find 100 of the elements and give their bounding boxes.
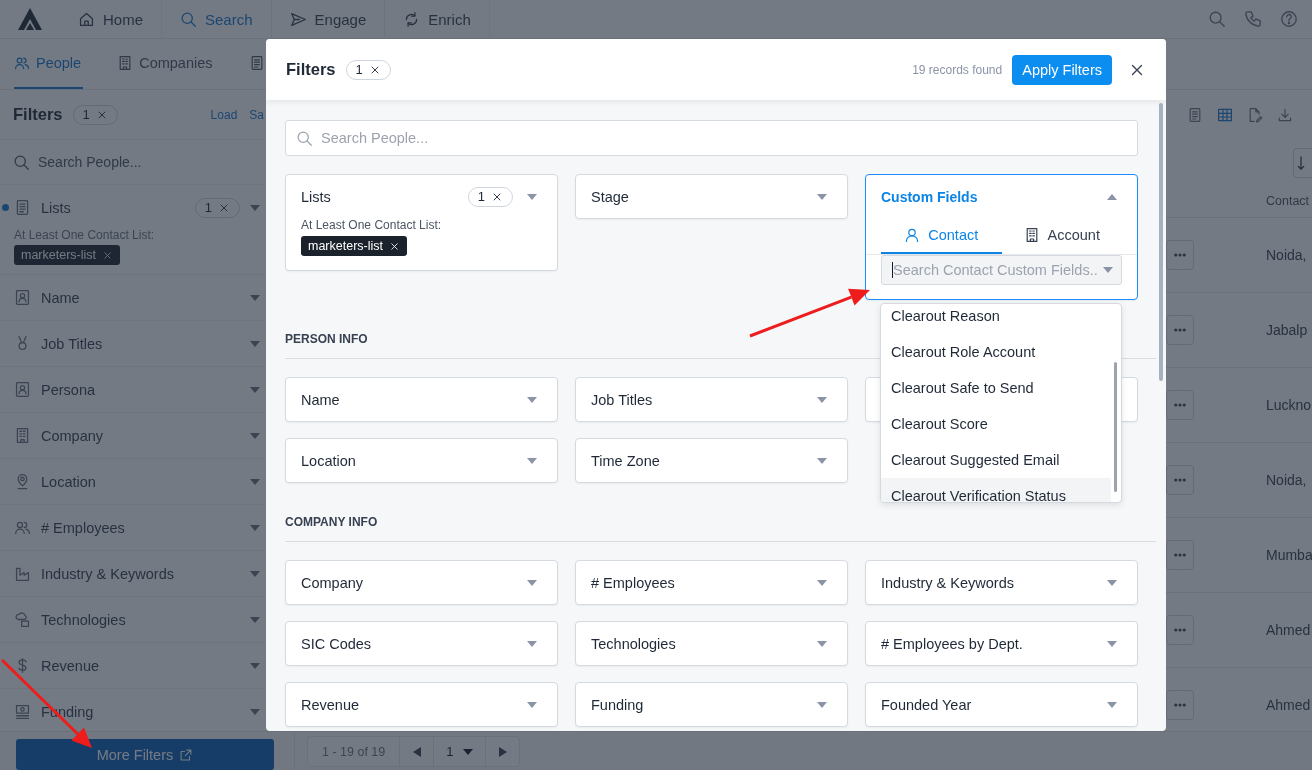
- list-icon[interactable]: [1187, 107, 1203, 123]
- action-link[interactable]: Sa: [249, 107, 264, 122]
- dropdown-option[interactable]: Clearout Safe to Send: [881, 370, 1111, 406]
- sidebar-item[interactable]: Persona: [41, 381, 95, 398]
- caret-icon[interactable]: [1107, 193, 1117, 200]
- section-heading: PERSON INFO: [285, 331, 368, 348]
- caret-icon[interactable]: [817, 396, 827, 403]
- filter-label[interactable]: # Employees by Dept.: [881, 635, 1023, 652]
- caret-icon[interactable]: [527, 640, 537, 647]
- caret-icon[interactable]: [463, 748, 474, 755]
- caret-icon[interactable]: [250, 294, 260, 301]
- dropdown-option[interactable]: Clearout Suggested Email: [881, 442, 1111, 478]
- filter-label[interactable]: Custom Fields: [881, 188, 978, 205]
- sidebar-item[interactable]: # Employees: [41, 519, 125, 536]
- caret-icon[interactable]: [250, 386, 260, 393]
- caret-icon[interactable]: [817, 579, 827, 586]
- sort-button[interactable]: [1293, 147, 1312, 178]
- condition-text: At Least One Contact List:: [300, 218, 443, 232]
- caret-icon[interactable]: [1107, 701, 1117, 708]
- search-field[interactable]: Search People...: [285, 120, 1138, 156]
- sidebar-item[interactable]: Company: [41, 427, 104, 444]
- more-button[interactable]: [1166, 465, 1194, 495]
- caret-icon[interactable]: [527, 396, 537, 403]
- filter-label[interactable]: Stage: [591, 188, 629, 205]
- more-button[interactable]: [1166, 315, 1194, 345]
- apply-filters-button[interactable]: Apply Filters: [1012, 54, 1112, 85]
- caret-icon[interactable]: [1103, 267, 1113, 273]
- filter-label[interactable]: Revenue: [301, 696, 360, 713]
- page-tab[interactable]: Companies: [117, 39, 215, 89]
- person-icon: [904, 227, 921, 243]
- sidebar-item[interactable]: Name: [41, 289, 80, 306]
- caret-icon[interactable]: [527, 457, 537, 464]
- caret-icon[interactable]: [250, 662, 260, 669]
- table-icon[interactable]: [1217, 107, 1233, 123]
- caret-icon[interactable]: [1107, 579, 1117, 586]
- sidebar-item[interactable]: Location: [41, 473, 96, 490]
- caret-icon[interactable]: [1107, 640, 1117, 647]
- caret-icon[interactable]: [250, 570, 260, 577]
- nav-tab[interactable]: Search: [162, 0, 272, 39]
- page-select[interactable]: 1: [433, 737, 486, 766]
- caret-icon[interactable]: [250, 432, 260, 439]
- dropdown-option[interactable]: Clearout Role Account: [881, 334, 1111, 370]
- sidebar-item[interactable]: Lists: [41, 199, 71, 216]
- filter-label[interactable]: Lists: [301, 188, 331, 205]
- caret-icon[interactable]: [817, 457, 827, 464]
- remove-icon[interactable]: [389, 240, 400, 252]
- nav-tab[interactable]: Home: [60, 0, 162, 39]
- condition-text: At Least One Contact List:: [14, 228, 156, 242]
- caret-icon[interactable]: [527, 701, 537, 708]
- action-link[interactable]: Load: [210, 107, 238, 122]
- dropdown-option[interactable]: Clearout Reason: [881, 304, 1111, 334]
- caret-icon[interactable]: [250, 524, 260, 531]
- sidebar-item[interactable]: Job Titles: [41, 335, 103, 352]
- filter-label[interactable]: Location: [301, 452, 356, 469]
- dropdown-option[interactable]: Clearout Score: [881, 406, 1111, 442]
- caret-icon[interactable]: [250, 616, 260, 623]
- filter-label[interactable]: # Employees: [591, 574, 675, 591]
- scrollbar[interactable]: [1114, 362, 1117, 492]
- next-icon[interactable]: [499, 746, 507, 757]
- caret-icon[interactable]: [250, 340, 260, 347]
- caret-icon[interactable]: [250, 478, 260, 485]
- nav-tab[interactable]: Engage: [271, 0, 386, 39]
- caret-icon[interactable]: [527, 193, 537, 200]
- page-tab[interactable]: People: [14, 39, 84, 89]
- more-button[interactable]: [1166, 615, 1194, 645]
- filter-label[interactable]: Founded Year: [881, 696, 972, 713]
- filter-label[interactable]: Job Titles: [591, 391, 653, 408]
- document-edit-icon[interactable]: [1247, 107, 1263, 123]
- filter-label[interactable]: Industry & Keywords: [881, 574, 1014, 591]
- more-button[interactable]: [1166, 390, 1194, 420]
- filter-label[interactable]: Funding: [591, 696, 644, 713]
- sidebar-item[interactable]: Revenue: [41, 657, 100, 674]
- previous-icon[interactable]: [412, 746, 421, 757]
- logo-icon[interactable]: [18, 8, 42, 30]
- scrollbar[interactable]: [1159, 103, 1163, 381]
- more-button[interactable]: [1166, 690, 1194, 720]
- more-button[interactable]: [1166, 240, 1194, 270]
- sidebar-item[interactable]: Industry & Keywords: [41, 565, 174, 582]
- caret-icon[interactable]: [817, 640, 827, 647]
- search-field[interactable]: Search Contact Custom Fields..: [881, 255, 1122, 285]
- filter-label[interactable]: Name: [301, 391, 340, 408]
- filter-label[interactable]: Company: [301, 574, 364, 591]
- caret-icon[interactable]: [817, 701, 827, 708]
- caret-icon[interactable]: [527, 579, 537, 586]
- nav-tab[interactable]: Enrich: [385, 0, 490, 39]
- search-icon[interactable]: [1208, 10, 1226, 28]
- download-icon[interactable]: [1277, 107, 1293, 123]
- filter-label[interactable]: SIC Codes: [301, 635, 372, 652]
- dropdown-option[interactable]: Clearout Verification Status: [881, 478, 1111, 502]
- filter-label[interactable]: Technologies: [591, 635, 676, 652]
- help-icon[interactable]: [1280, 10, 1298, 28]
- more-filters-button[interactable]: More Filters: [16, 739, 274, 770]
- phone-icon[interactable]: [1244, 10, 1262, 28]
- filter-label[interactable]: Time Zone: [591, 452, 660, 469]
- tab[interactable]: Account: [1001, 218, 1122, 254]
- caret-icon[interactable]: [250, 708, 260, 715]
- caret-icon[interactable]: [250, 204, 260, 211]
- sidebar-item[interactable]: Technologies: [41, 611, 126, 628]
- caret-icon[interactable]: [817, 193, 827, 200]
- more-button[interactable]: [1166, 540, 1194, 570]
